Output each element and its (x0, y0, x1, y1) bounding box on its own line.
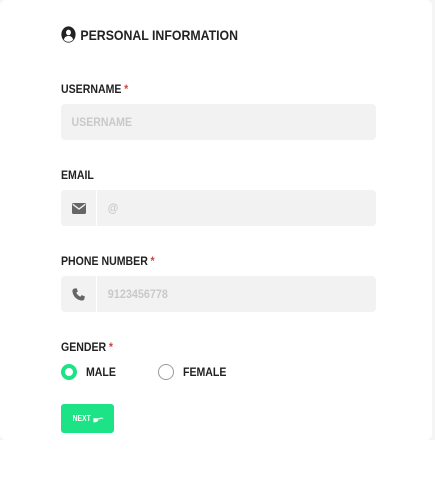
phone-label-text: Phone Number (61, 254, 148, 268)
phone-input[interactable]: 9123456778 (61, 276, 376, 312)
radio-dot (65, 368, 73, 376)
male-radio[interactable] (61, 364, 77, 380)
username-label: Username * (61, 82, 128, 96)
required-mark: * (124, 82, 129, 96)
form-card: Personal Information Username * Username … (0, 0, 432, 440)
user-circle-icon (61, 26, 76, 43)
phone-placeholder: 9123456778 (107, 287, 168, 301)
email-placeholder: @ (107, 201, 119, 215)
page-background (0, 440, 435, 501)
email-input[interactable]: @ (61, 190, 376, 226)
gender-option-male[interactable]: Male (61, 364, 120, 380)
section-title-text: Personal Information (80, 26, 239, 43)
next-button-label: Next (72, 414, 91, 423)
required-mark: * (108, 340, 113, 354)
gender-radio-group: Male Female (61, 364, 250, 380)
email-label-text: Email (61, 168, 94, 182)
section-title: Personal Information (61, 26, 238, 43)
gender-option-female[interactable]: Female (158, 364, 232, 380)
email-addon (61, 190, 97, 226)
female-label[interactable]: Female (183, 365, 226, 379)
gender-label-text: Gender (61, 340, 107, 354)
pointing-hand-icon (93, 417, 104, 422)
envelope-icon (71, 202, 86, 214)
gender-label: Gender * (61, 340, 113, 354)
username-placeholder: Username (71, 115, 132, 129)
email-label: Email (61, 168, 94, 182)
next-button[interactable]: Next (61, 404, 114, 433)
phone-addon (61, 276, 97, 312)
male-label[interactable]: Male (86, 365, 116, 379)
username-input[interactable]: Username (61, 104, 376, 140)
phone-label: Phone Number * (61, 254, 155, 268)
phone-icon (72, 287, 85, 301)
username-label-text: Username (61, 82, 122, 96)
female-radio[interactable] (158, 364, 174, 380)
required-mark: * (150, 254, 155, 268)
